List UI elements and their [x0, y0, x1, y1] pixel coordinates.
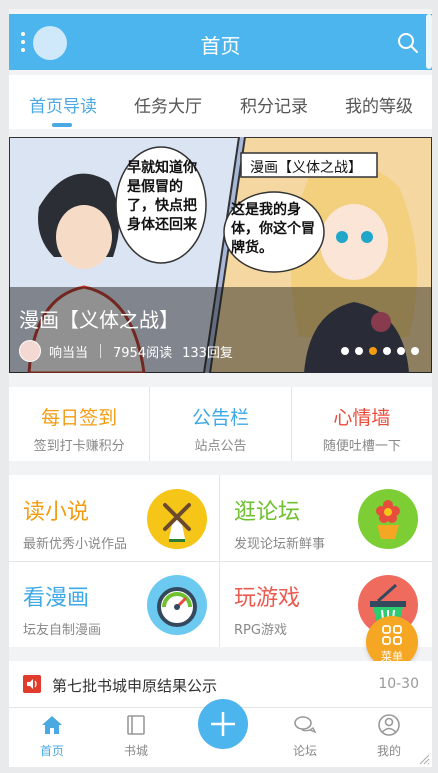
tile-title: 玩游戏 — [234, 586, 301, 611]
tile-title: 看漫画 — [23, 586, 90, 611]
tile-subtitle: RPG游戏 — [234, 623, 287, 638]
plus-icon — [211, 712, 235, 736]
flower-pot-icon — [358, 489, 418, 549]
tab-task-hall[interactable]: 任务大厅 — [134, 92, 202, 117]
grid-icon — [382, 625, 402, 645]
tile-title: 读小说 — [23, 500, 90, 525]
quick-subtitle: 签到打卡赚积分 — [33, 439, 125, 454]
bulletin-button[interactable]: 公告栏 站点公告 — [150, 387, 292, 461]
carousel-indicator[interactable] — [341, 347, 419, 355]
quick-subtitle: 随便吐槽一下 — [322, 439, 401, 454]
banner-title[interactable]: 漫画【义体之战】 — [19, 304, 179, 333]
feature-grid: 读小说 最新优秀小说作品 逛论坛 发现论坛新鲜事 看漫画 坛友自制漫画 玩游戏 … — [9, 475, 432, 647]
carousel-dot[interactable] — [341, 347, 349, 355]
post-button[interactable] — [198, 699, 248, 749]
read-count: 7954阅读 — [113, 345, 173, 361]
tab-home-guide[interactable]: 首页导读 — [29, 92, 97, 117]
author-avatar[interactable] — [19, 340, 41, 362]
carousel-dot[interactable] — [369, 347, 377, 355]
tile-subtitle: 坛友自制漫画 — [23, 623, 102, 638]
carousel-dot[interactable] — [355, 347, 363, 355]
banner-carousel[interactable]: 漫画【义体之战】 早就知道你是假冒的了，快点把身体还回来 这是我的身体，你这个冒… — [9, 137, 432, 373]
mood-wall-button[interactable]: 心情墙 随便吐槽一下 — [292, 387, 432, 461]
tile-subtitle: 最新优秀小说作品 — [23, 537, 128, 552]
tab-active-indicator — [52, 123, 72, 127]
chat-icon — [294, 716, 317, 734]
read-novel-tile[interactable]: 读小说 最新优秀小说作品 — [9, 475, 220, 561]
notice-text[interactable]: 第七批书城申原结果公示 — [52, 675, 217, 696]
bubble-left-text: 早就知道你是假冒的了，快点把身体还回来 — [127, 160, 197, 233]
tab-bar: 首页导读 任务大厅 积分记录 我的等级 — [9, 75, 432, 129]
nav-label: 我的 — [376, 744, 401, 758]
page-title: 首页 — [200, 34, 241, 58]
carousel-dot[interactable] — [383, 347, 391, 355]
daily-checkin-button[interactable]: 每日签到 签到打卡赚积分 — [9, 387, 151, 461]
tab-points-record[interactable]: 积分记录 — [240, 92, 308, 117]
divider — [100, 344, 102, 358]
nav-bookstore[interactable]: 书城 — [106, 708, 166, 766]
notice-date: 10-30 — [378, 676, 419, 692]
nav-forum[interactable]: 论坛 — [275, 708, 335, 766]
quick-title: 心情墙 — [333, 407, 391, 429]
home-icon — [42, 716, 62, 734]
bottom-nav: 首页 书城 论坛 我的 — [9, 699, 432, 767]
windmill-icon — [147, 489, 207, 549]
tab-my-level[interactable]: 我的等级 — [345, 92, 413, 117]
author-name[interactable]: 响当当 — [49, 342, 88, 361]
tile-title: 逛论坛 — [234, 500, 301, 525]
divider — [9, 561, 432, 562]
nav-label: 论坛 — [292, 744, 317, 758]
bubble-right-text: 这是我的身体，你这个冒牌货。 — [231, 202, 315, 256]
bubble-tag: 漫画【义体之战】 — [250, 160, 362, 176]
speaker-icon — [23, 675, 41, 693]
search-icon[interactable] — [396, 31, 420, 55]
nav-mine[interactable]: 我的 — [359, 708, 419, 766]
quick-title: 公告栏 — [191, 407, 249, 429]
tile-subtitle: 发现论坛新鲜事 — [234, 537, 326, 552]
resize-handle-icon[interactable] — [418, 753, 430, 765]
reply-count: 133回复 — [182, 345, 233, 361]
quick-subtitle: 站点公告 — [194, 439, 247, 454]
scrollbar[interactable] — [426, 14, 432, 69]
carousel-dot[interactable] — [411, 347, 419, 355]
nav-label: 书城 — [123, 744, 148, 758]
carousel-dot[interactable] — [397, 347, 405, 355]
app-frame: 首页 首页导读 任务大厅 积分记录 我的等级 漫画【义体之战】 早就知道你是假冒… — [9, 9, 432, 767]
gauge-icon — [147, 575, 207, 635]
quick-title: 每日签到 — [41, 407, 118, 429]
user-icon — [378, 714, 400, 736]
banner-meta: 响当当 7954阅读 133回复 — [19, 340, 233, 362]
quick-links: 每日签到 签到打卡赚积分 公告栏 站点公告 心情墙 随便吐槽一下 — [9, 387, 432, 461]
book-icon — [127, 715, 145, 735]
nav-home[interactable]: 首页 — [22, 708, 82, 766]
view-comic-tile[interactable]: 看漫画 坛友自制漫画 — [9, 561, 220, 647]
nav-label: 首页 — [39, 744, 64, 758]
browse-forum-tile[interactable]: 逛论坛 发现论坛新鲜事 — [220, 475, 431, 561]
app-header: 首页 — [9, 14, 432, 70]
